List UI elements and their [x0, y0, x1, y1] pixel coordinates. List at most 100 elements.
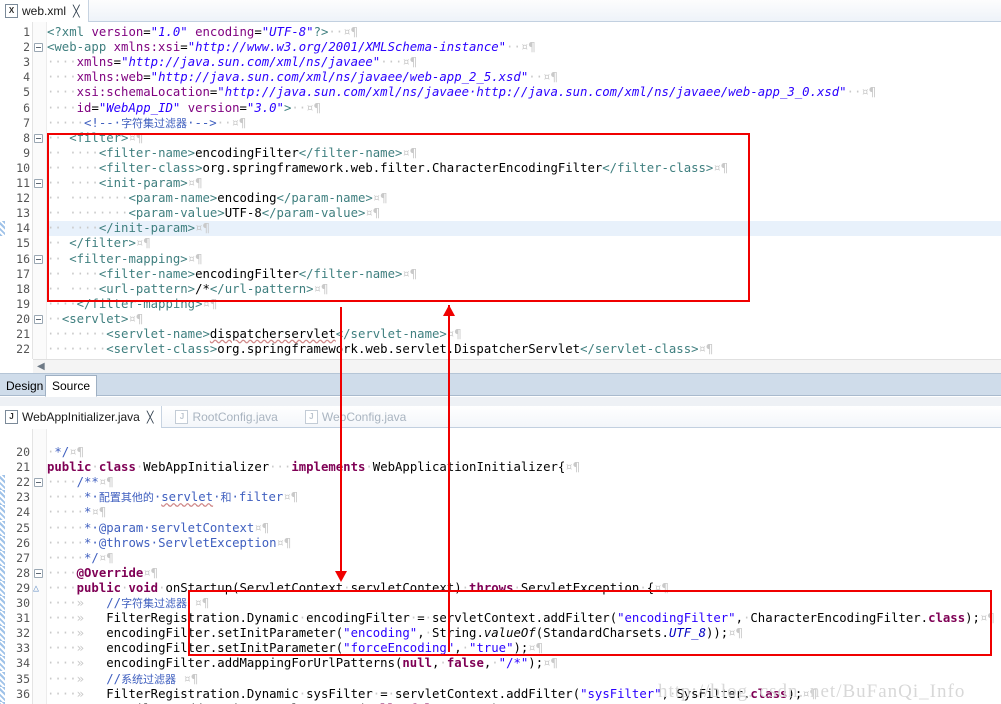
code-line[interactable]: ·····*/¤¶	[47, 551, 114, 566]
code-line[interactable]: ····» encodingFilter.setInitParameter("e…	[47, 626, 743, 641]
tab-label: WebConfig.java	[321, 410, 407, 424]
xml-source-editor[interactable]: 1 <?xml version="1.0" encoding="UTF-8"?>·…	[0, 22, 1001, 359]
tab-source[interactable]: Source	[45, 375, 98, 397]
code-line[interactable]: ········<servlet-name>dispatcherservlet<…	[47, 327, 462, 342]
code-line[interactable]: ····» encodingFilter.addMappingForUrlPat…	[47, 656, 558, 671]
java-editor-tabstrip: J WebAppInitializer.java ╳ J RootConfig.…	[0, 406, 1001, 428]
code-line[interactable]: ····/**¤¶	[47, 475, 114, 490]
line-number: 35	[16, 671, 30, 686]
code-line[interactable]: ····» //系统过滤器 ¤¶	[47, 672, 198, 687]
fold-collapse-icon[interactable]	[34, 43, 43, 53]
xml-editor-tabstrip: X web.xml ╳	[0, 0, 1001, 22]
tab-webappinitializer-java[interactable]: J WebAppInitializer.java ╳	[0, 406, 163, 428]
line-number: 21	[16, 327, 30, 341]
tab-web-xml[interactable]: X web.xml ╳	[0, 0, 89, 22]
line-number: 20	[16, 445, 30, 459]
close-icon[interactable]: ╳	[147, 411, 154, 424]
fold-collapse-icon[interactable]	[34, 314, 43, 324]
code-line[interactable]: <web-app xmlns:xsi="http://www.w3.org/20…	[47, 40, 536, 55]
code-line[interactable]: ·····<!--·字符集过滤器·-->··¤¶	[47, 116, 246, 131]
up-arrow-connector-line	[448, 305, 450, 652]
tab-webconfig-java[interactable]: J WebConfig.java	[300, 406, 415, 428]
scroll-left-icon[interactable]: ◀	[37, 361, 45, 372]
java-source-editor[interactable]: 20 ·*/¤¶ 21 public·class·WebAppInitializer·…	[0, 429, 1001, 704]
fold-collapse-icon[interactable]	[34, 254, 43, 264]
line-number: 24	[16, 505, 30, 520]
fold-collapse-icon[interactable]	[34, 568, 43, 578]
line-number: 17	[16, 266, 30, 281]
line-number: 29	[16, 580, 30, 595]
code-line[interactable]: ····» FilterRegistration.Dynamic·encodin…	[47, 611, 995, 626]
java-file-icon: J	[175, 410, 189, 424]
fold-collapse-icon[interactable]	[34, 179, 43, 188]
line-number: 23	[16, 490, 30, 505]
code-line[interactable]: ·· ····<url-pattern>/*</url-pattern>¤¶	[47, 282, 328, 297]
code-line[interactable]: ····xmlns="http://java.sun.com/xml/ns/ja…	[47, 55, 417, 70]
code-line[interactable]: ·····*¤¶	[47, 505, 106, 520]
override-indicator-icon: △	[33, 582, 40, 594]
code-line[interactable]: ····id="WebApp_ID" version="3.0">··¤¶	[47, 101, 321, 116]
tab-label: RootConfig.java	[192, 410, 278, 424]
line-number: 22	[16, 342, 30, 357]
pane-divider[interactable]	[0, 397, 1001, 406]
line-number: 15	[16, 236, 30, 251]
java-file-icon: J	[5, 410, 18, 424]
code-line[interactable]: public·class·WebAppInitializer···impleme…	[47, 460, 580, 475]
code-line[interactable]: ·· ····<filter-name>encodingFilter</filt…	[47, 267, 417, 282]
line-number: 28	[16, 565, 30, 580]
line-number: 5	[23, 85, 30, 100]
xml-folding-column[interactable]	[33, 22, 47, 359]
code-line[interactable]: ·· ········<param-name>encoding</param-n…	[47, 191, 388, 206]
code-line[interactable]: ·· </filter>¤¶	[47, 236, 151, 251]
tab-rootconfig-java[interactable]: J RootConfig.java	[170, 406, 285, 428]
tab-design[interactable]: Design	[0, 376, 49, 396]
code-line[interactable]: <?xml version="1.0" encoding="UTF-8"?>··…	[47, 25, 358, 40]
line-number: 8	[23, 130, 30, 145]
code-line[interactable]: ····</filter-mapping>¤¶	[47, 297, 217, 312]
line-number: 11	[16, 176, 30, 190]
line-number: 19	[16, 296, 30, 311]
fold-collapse-icon[interactable]	[34, 478, 43, 488]
line-number: 18	[16, 281, 30, 296]
line-number: 20	[16, 311, 30, 326]
line-number: 2	[23, 40, 30, 55]
down-arrow-connector-head	[335, 571, 347, 582]
code-line[interactable]: ·· ····<filter-name>encodingFilter</filt…	[47, 146, 417, 161]
code-line[interactable]: ····xmlns:web="http://java.sun.com/xml/n…	[47, 70, 558, 85]
code-line[interactable]: ·*/¤¶	[47, 445, 84, 460]
line-number: 26	[16, 535, 30, 550]
code-line[interactable]: ·· ····<init-param>¤¶	[47, 176, 203, 191]
code-line[interactable]: ··<servlet>¤¶	[47, 312, 143, 327]
line-number: 9	[23, 145, 30, 160]
tab-label: web.xml	[22, 4, 67, 18]
code-line[interactable]: ·····*·配置其他的·servlet·和·filter¤¶	[47, 490, 298, 505]
code-line[interactable]: ·· ····<filter-class>org.springframework…	[47, 161, 728, 176]
code-line[interactable]: ·· <filter-mapping>¤¶	[47, 252, 203, 267]
code-line[interactable]: ····» //字符集过滤器 ¤¶	[47, 596, 209, 611]
code-line[interactable]: ·· ········<param-value>UTF-8</param-val…	[47, 206, 380, 221]
code-line[interactable]: ········<servlet-class>org.springframewo…	[47, 342, 713, 357]
close-icon[interactable]: ╳	[73, 5, 80, 18]
code-line[interactable]: ····» FilterRegistration.Dynamic·sysFilt…	[47, 687, 817, 702]
code-line[interactable]: ····public·void·onStartup(ServletContext…	[47, 581, 669, 596]
design-source-tabbar: Design Source	[0, 373, 1001, 397]
code-line[interactable]: ·· ····</init-param>¤¶	[47, 221, 210, 236]
line-number: 27	[16, 550, 30, 565]
java-folding-column[interactable]	[33, 429, 47, 704]
code-line[interactable]: ·····*·@throws·ServletException¤¶	[47, 536, 291, 551]
code-line[interactable]: ·· <filter>¤¶	[47, 131, 143, 146]
code-line[interactable]: ····xsi:schemaLocation="http://java.sun.…	[47, 85, 876, 100]
xml-file-icon: X	[5, 4, 18, 18]
line-number: 25	[16, 520, 30, 535]
xml-horizontal-scrollbar[interactable]: ◀	[33, 359, 1001, 373]
code-line[interactable]: ····» encodingFilter.setInitParameter("f…	[47, 641, 543, 656]
code-line[interactable]: ·····*·@param·servletContext¤¶	[47, 521, 269, 536]
code-line[interactable]: ····@Override¤¶	[47, 566, 158, 581]
line-number: 36	[16, 686, 30, 701]
java-file-icon: J	[304, 410, 318, 424]
line-number: 10	[16, 160, 30, 175]
fold-collapse-icon[interactable]	[34, 133, 43, 143]
line-number: 1	[23, 25, 30, 39]
line-number: 13	[16, 206, 30, 221]
line-number: 14	[16, 221, 30, 236]
